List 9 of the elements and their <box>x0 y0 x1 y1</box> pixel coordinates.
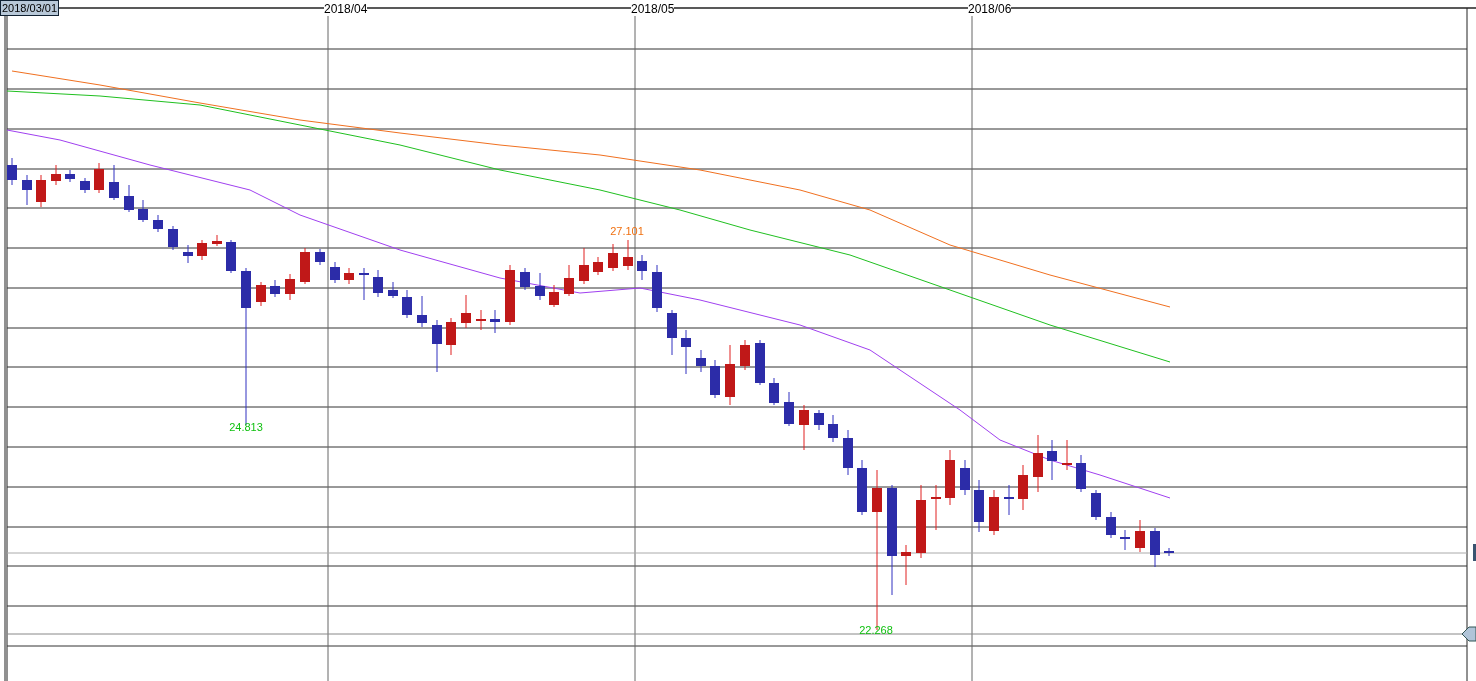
scroll-handle[interactable] <box>1473 544 1476 561</box>
month-label: 2018/05 <box>631 2 675 16</box>
low-price-label: 22.268 <box>859 624 893 636</box>
price-marker-icon <box>1461 626 1476 642</box>
high-price-label: 27.101 <box>610 225 644 237</box>
low-price-label: 24.813 <box>229 421 263 433</box>
month-label: 2018/04 <box>324 2 368 16</box>
date-badge: 2018/03/01 <box>0 0 60 16</box>
month-label: 2018/06 <box>968 2 1012 16</box>
